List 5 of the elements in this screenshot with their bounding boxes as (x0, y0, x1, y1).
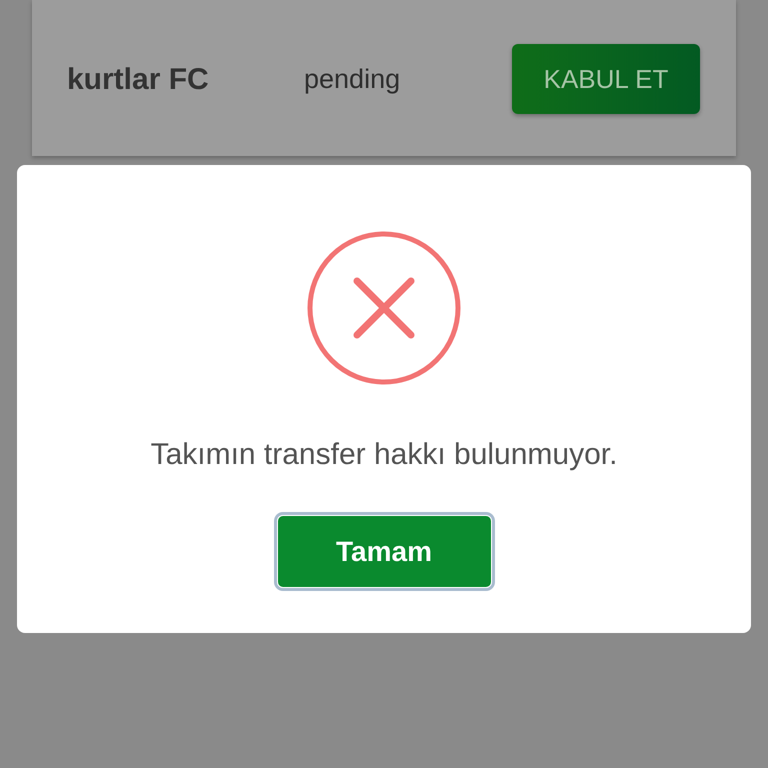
team-name: kurtlar FC (67, 62, 210, 98)
error-icon (307, 231, 461, 385)
dialog-message: Takımın transfer hakkı bulunmuyor. (150, 438, 618, 472)
accept-button[interactable]: KABUL ET (512, 44, 700, 114)
status-text: pending (304, 62, 400, 96)
